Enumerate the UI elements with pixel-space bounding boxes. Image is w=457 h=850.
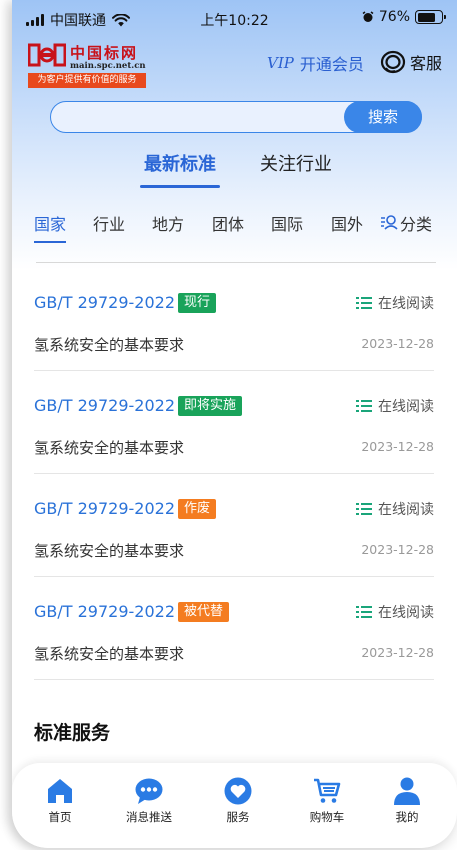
home-icon [48,779,72,803]
bottom-nav: 首页 消息推送 服务 购物车 我的 [12,763,457,848]
classify-icon [381,215,398,230]
category-tab-international[interactable]: 国际 [271,211,303,235]
battery-percent: 76% [378,9,410,25]
customer-service-button[interactable]: 客服 [380,50,442,74]
nav-messages[interactable]: 消息推送 [104,763,194,848]
online-read-link[interactable]: 在线阅读 [356,602,434,622]
standard-item[interactable]: GB/T 29729-2022 即将实施 在线阅读 氢系统安全的基本要求 202… [34,371,434,474]
standard-title[interactable]: 氢系统安全的基本要求 [34,540,184,561]
status-badge: 被代替 [178,602,230,622]
service-label: 客服 [410,54,443,73]
vip-tag: VIP [267,54,294,72]
standard-code[interactable]: GB/T 29729-2022 [34,293,175,312]
nav-profile-label: 我的 [395,810,419,824]
standard-title[interactable]: 氢系统安全的基本要求 [34,334,184,355]
logo-url: main.spc.net.cn [70,61,146,71]
status-badge: 现行 [178,293,217,313]
category-tab-national[interactable]: 国家 [34,211,67,243]
category-tab-industry[interactable]: 行业 [93,211,125,235]
divider [36,262,436,263]
tab-latest-standards[interactable]: 最新标准 [140,150,220,188]
online-read-label: 在线阅读 [378,605,434,621]
logo-name: 中国标网 [70,44,139,62]
online-read-label: 在线阅读 [378,399,434,415]
online-read-label: 在线阅读 [378,502,434,518]
list-icon [356,606,372,618]
standard-date: 2023-12-28 [361,336,434,351]
standard-date: 2023-12-28 [361,439,434,454]
standard-item[interactable]: GB/T 29729-2022 现行 在线阅读 氢系统安全的基本要求 2023-… [34,268,434,371]
category-tab-foreign[interactable]: 国外 [331,211,363,235]
standard-date: 2023-12-28 [361,645,434,660]
battery-fill [417,12,435,22]
nav-services[interactable]: 服务 [193,763,283,848]
nav-profile[interactable]: 我的 [362,763,452,848]
site-logo[interactable]: 中国标网 main.spc.net.cn 为客户提供有价值的服务 [28,42,146,88]
section-title-services: 标准服务 [34,722,111,744]
standard-code[interactable]: GB/T 29729-2022 [34,396,175,415]
search-input[interactable] [65,102,335,131]
status-right: 76% [362,9,446,25]
nav-home-label: 首页 [48,810,72,824]
standard-date: 2023-12-28 [361,542,434,557]
list-icon [356,503,372,515]
phone-screen: 中国联通 上午10:22 76% 中国标网 main.spc.net.cn 为客… [12,0,457,848]
vip-label: 开通会员 [299,55,364,74]
heart-icon [224,777,252,805]
logo-mark-icon [28,43,66,67]
search-button[interactable]: 搜索 [344,100,422,133]
standard-title[interactable]: 氢系统安全的基本要求 [34,437,184,458]
category-tab-group[interactable]: 团体 [212,211,244,235]
standard-item[interactable]: GB/T 29729-2022 作废 在线阅读 氢系统安全的基本要求 2023-… [34,474,434,577]
nav-services-label: 服务 [226,810,250,824]
category-tabs: 国家 行业 地方 团体 国际 国外 分类 [12,211,457,243]
online-read-link[interactable]: 在线阅读 [356,396,434,416]
standard-title[interactable]: 氢系统安全的基本要求 [34,643,184,664]
status-bar: 中国联通 上午10:22 76% [12,0,457,36]
nav-messages-label: 消息推送 [126,810,172,824]
online-read-link[interactable]: 在线阅读 [356,293,434,313]
category-tab-local[interactable]: 地方 [152,211,184,235]
headset-icon [380,50,406,74]
status-badge: 作废 [178,499,217,519]
list-icon [356,400,372,412]
battery-icon [415,10,446,24]
standard-code[interactable]: GB/T 29729-2022 [34,499,175,518]
user-icon [394,777,420,805]
cart-icon [314,778,341,803]
standard-code[interactable]: GB/T 29729-2022 [34,602,175,621]
standard-item[interactable]: GB/T 29729-2022 被代替 在线阅读 氢系统安全的基本要求 2023… [34,577,434,680]
vip-membership-link[interactable]: VIP 开通会员 [267,51,364,75]
search-bar: 搜索 [50,100,422,133]
online-read-link[interactable]: 在线阅读 [356,499,434,519]
top-tabs: 最新标准 关注行业 [12,150,457,188]
category-filter-button[interactable]: 分类 [380,211,432,235]
alarm-icon [362,11,374,22]
message-icon [135,778,163,804]
online-read-label: 在线阅读 [378,296,434,312]
nav-home[interactable]: 首页 [15,763,105,848]
nav-cart[interactable]: 购物车 [282,763,372,848]
list-icon [356,297,372,309]
tab-followed-industries[interactable]: 关注行业 [260,150,332,176]
logo-slogan: 为客户提供有价值的服务 [28,73,146,88]
category-filter-label: 分类 [400,215,433,234]
nav-cart-label: 购物车 [309,810,345,824]
status-badge: 即将实施 [178,396,243,416]
